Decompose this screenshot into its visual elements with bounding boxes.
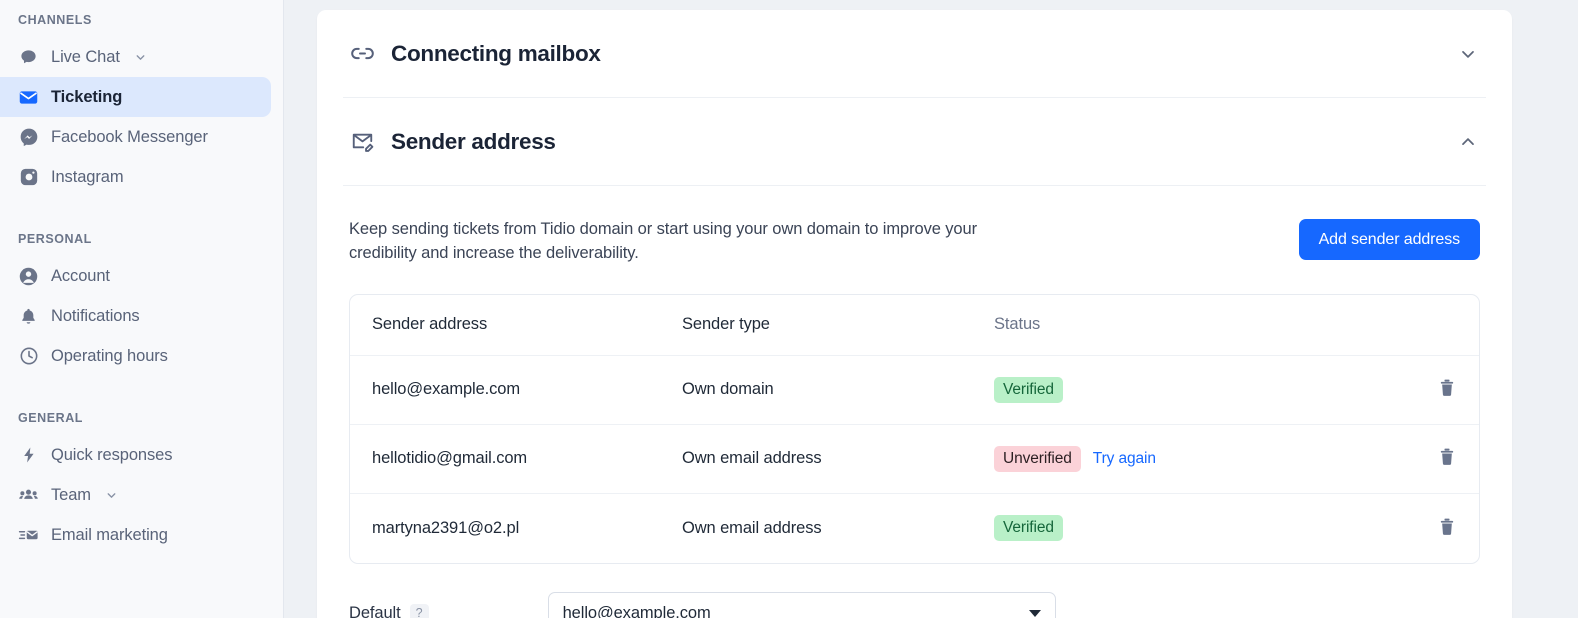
cell-sender-type: Own domain	[682, 380, 774, 399]
cell-sender-type: Own email address	[682, 449, 822, 468]
section-title: Connecting mailbox	[391, 40, 601, 66]
table-row: martyna2391@o2.pl Own email address Veri…	[350, 494, 1479, 563]
sidebar-section-label-personal: PERSONAL	[18, 232, 92, 246]
trash-icon	[1437, 446, 1457, 471]
clock-icon	[18, 346, 39, 367]
sender-address-body: Keep sending tickets from Tidio domain o…	[343, 186, 1486, 618]
instagram-icon	[18, 167, 39, 188]
sidebar-item-account[interactable]: Account	[0, 256, 271, 296]
people-icon	[18, 485, 39, 506]
sidebar-item-label: Team	[51, 485, 91, 504]
column-header-status: Status	[994, 315, 1041, 334]
user-circle-icon	[18, 266, 39, 287]
sidebar-section-label-channels: CHANNELS	[18, 13, 92, 27]
sidebar-item-label: Account	[51, 266, 110, 285]
default-label: Default	[349, 603, 401, 618]
column-header-sender-type: Sender type	[682, 315, 770, 334]
sidebar-item-notifications[interactable]: Notifications	[0, 296, 271, 336]
mail-edit-icon	[349, 129, 375, 155]
chat-bubble-icon	[18, 47, 39, 68]
sidebar-section-label-general: GENERAL	[18, 411, 83, 425]
trash-icon	[1437, 516, 1457, 541]
sender-address-table: Sender address Sender type Status hello@…	[349, 293, 1480, 564]
chevron-down-icon[interactable]	[1456, 42, 1480, 66]
status-badge: Unverified	[994, 445, 1081, 472]
sidebar-item-instagram[interactable]: Instagram	[0, 157, 271, 197]
delete-sender-address-button[interactable]	[1437, 377, 1457, 402]
sidebar-item-label: Facebook Messenger	[51, 127, 208, 146]
chevron-down-icon[interactable]	[105, 489, 118, 502]
table-row: hello@example.com Own domain Verified	[350, 356, 1479, 425]
sidebar-item-label: Instagram	[51, 167, 124, 186]
default-sender-row: Default ? hello@example.com	[349, 564, 1480, 618]
cell-sender-type: Own email address	[682, 518, 822, 537]
sidebar-item-label: Ticketing	[51, 87, 123, 106]
sender-address-description: Keep sending tickets from Tidio domain o…	[349, 220, 977, 263]
email-marketing-icon	[18, 525, 39, 546]
sidebar-item-label: Operating hours	[51, 346, 168, 365]
section-header-sender-address[interactable]: Sender address	[343, 98, 1486, 186]
messenger-icon	[18, 127, 39, 148]
delete-sender-address-button[interactable]	[1437, 516, 1457, 541]
default-sender-select[interactable]: hello@example.com	[547, 591, 1056, 618]
sidebar-item-label: Email marketing	[51, 525, 168, 544]
cell-sender-address: hellotidio@gmail.com	[372, 449, 528, 468]
sidebar-item-ticketing[interactable]: Ticketing	[0, 77, 271, 117]
cell-actions	[1417, 516, 1457, 541]
sidebar-item-live-chat[interactable]: Live Chat	[0, 37, 271, 77]
lightning-bolt-icon	[18, 445, 39, 466]
table-header-row: Sender address Sender type Status	[350, 295, 1479, 356]
section-header-connecting-mailbox[interactable]: Connecting mailbox	[343, 10, 1486, 98]
default-sender-selected-value: hello@example.com	[562, 603, 711, 618]
envelope-icon	[18, 87, 39, 108]
cell-sender-address: martyna2391@o2.pl	[372, 518, 520, 537]
column-header-sender-address: Sender address	[372, 315, 488, 334]
cell-sender-address: hello@example.com	[372, 380, 521, 399]
sidebar: CHANNELS Live Chat Ticketing Facebook Me…	[0, 0, 284, 618]
main-content: Connecting mailbox Sender address Keep s…	[284, 0, 1578, 618]
chevron-up-icon[interactable]	[1456, 130, 1480, 154]
sidebar-item-operating-hours[interactable]: Operating hours	[0, 336, 271, 376]
trash-icon	[1437, 377, 1457, 402]
table-row: hellotidio@gmail.com Own email address U…	[350, 425, 1479, 494]
sidebar-item-label: Live Chat	[51, 47, 120, 66]
cell-status: Unverified Try again	[994, 445, 1417, 472]
status-badge: Verified	[994, 515, 1063, 542]
settings-card: Connecting mailbox Sender address Keep s…	[317, 10, 1512, 618]
chevron-down-icon[interactable]	[134, 51, 147, 64]
help-icon[interactable]: ?	[409, 603, 429, 618]
sidebar-item-label: Notifications	[51, 306, 140, 325]
cell-actions	[1417, 377, 1457, 402]
cell-status: Verified	[994, 376, 1417, 403]
add-sender-address-button[interactable]: Add sender address	[1298, 219, 1480, 260]
delete-sender-address-button[interactable]	[1437, 446, 1457, 471]
status-badge: Verified	[994, 376, 1063, 403]
sidebar-item-team[interactable]: Team	[0, 475, 271, 515]
bell-icon	[18, 306, 39, 327]
try-again-link[interactable]: Try again	[1093, 450, 1156, 468]
sidebar-item-facebook-messenger[interactable]: Facebook Messenger	[0, 117, 271, 157]
link-icon	[349, 41, 375, 67]
intro-row: Keep sending tickets from Tidio domain o…	[349, 186, 1480, 266]
sidebar-item-label: Quick responses	[51, 445, 173, 464]
sidebar-item-email-marketing[interactable]: Email marketing	[0, 515, 271, 555]
section-title: Sender address	[391, 128, 556, 154]
chevron-down-icon	[1028, 609, 1041, 617]
cell-actions	[1417, 446, 1457, 471]
sidebar-item-quick-responses[interactable]: Quick responses	[0, 435, 271, 475]
cell-status: Verified	[994, 515, 1417, 542]
